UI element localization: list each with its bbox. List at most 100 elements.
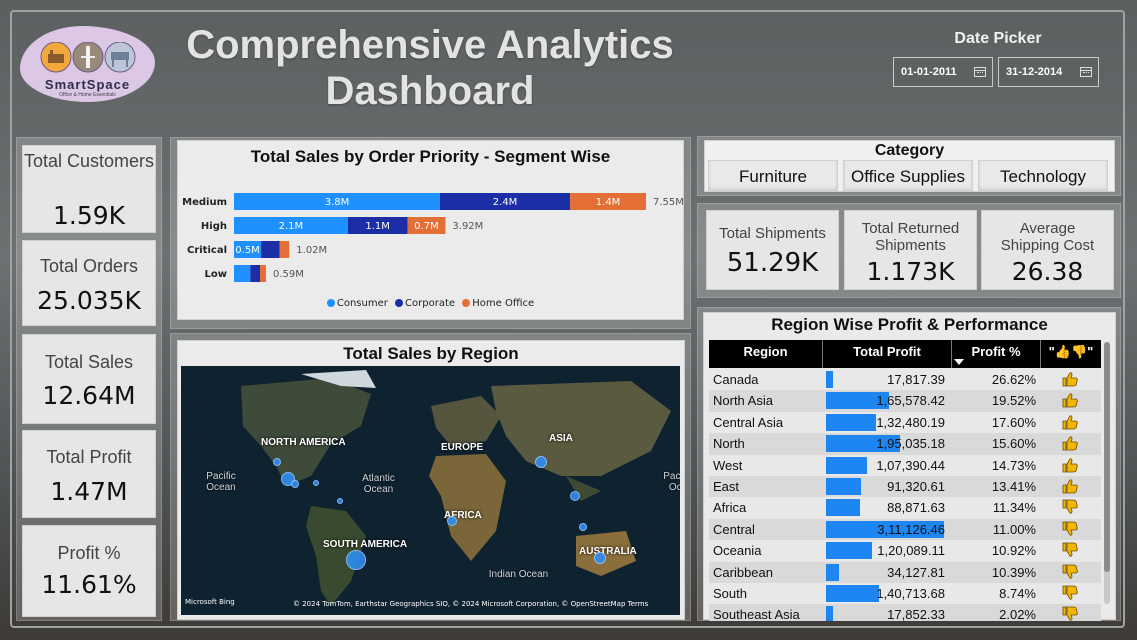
category-label: High <box>201 221 227 232</box>
end-date-input[interactable]: 31-12-2014 <box>998 57 1099 87</box>
cell-profit-pct: 2.02% <box>999 607 1036 621</box>
chart-title: Total Sales by Order Priority - Segment … <box>250 147 611 166</box>
category-furniture-button[interactable]: Furniture <box>708 160 838 192</box>
table-row[interactable]: Africa 88,871.63 11.34% <box>709 497 1101 518</box>
cell-total-profit: 1,20,089.11 <box>877 543 945 559</box>
cell-total-profit: 17,852.33 <box>887 607 945 621</box>
bar-segment-corporate[interactable] <box>250 265 261 282</box>
table-header: Region Total Profit Profit % "👍👎" <box>709 340 1101 368</box>
map-label: EUROPE <box>441 442 484 453</box>
kpi-label: Total Sales <box>44 352 134 372</box>
cell-profit-pct: 11.00% <box>992 521 1036 537</box>
bar-segment-consumer[interactable] <box>234 265 251 282</box>
map-attribution[interactable]: © 2024 TomTom, Earthstar Geographics SIO… <box>293 600 648 608</box>
sort-desc-icon[interactable] <box>954 359 964 365</box>
calendar-icon[interactable] <box>974 67 986 77</box>
column-header-region[interactable]: Region <box>709 340 822 368</box>
world-map[interactable]: NORTH AMERICA EUROPE ASIA AFRICA SOUTH A… <box>181 366 680 615</box>
kpi-value: 26.38 <box>1011 257 1084 286</box>
column-header-indicator[interactable]: "👍👎" <box>1041 340 1101 368</box>
date-picker-label: Date Picker <box>954 30 1042 47</box>
cell-region: North Asia <box>713 393 773 409</box>
cell-profit-pct: 13.41% <box>991 479 1036 494</box>
kpi-label: Average Shipping Cost <box>1000 220 1095 254</box>
legend-item-home-office[interactable]: Home Office <box>462 298 534 309</box>
table-row[interactable]: South 1,40,713.68 8.74% <box>709 583 1101 604</box>
kpi-value: 11.61% <box>41 570 137 599</box>
start-date-value: 01-01-2011 <box>901 66 957 78</box>
thumbs-up-icon <box>1061 392 1079 408</box>
kpi-label: Total Orders <box>39 256 139 276</box>
ocean-label: Atlantic Ocean <box>362 473 395 495</box>
map-bubble[interactable] <box>291 480 299 488</box>
shipment-card-avg-cost: Average Shipping Cost 26.38 <box>981 210 1114 290</box>
calendar-icon[interactable] <box>1080 67 1092 77</box>
legend-item-consumer[interactable]: Consumer <box>326 298 388 309</box>
category-office-supplies-button[interactable]: Office Supplies <box>843 160 973 192</box>
bar-data-label: 2.1M <box>279 221 304 232</box>
category-title: Category <box>874 142 945 159</box>
map-bubble[interactable] <box>594 552 606 564</box>
cell-region: Central <box>713 521 755 537</box>
cell-profit-pct: 10.92% <box>991 543 1036 559</box>
shipment-card-returned: Total Returned Shipments 1.173K <box>844 210 977 290</box>
kpi-value: 1.47M <box>50 477 128 506</box>
map-label: AUSTRALIA <box>579 546 637 557</box>
table-row[interactable]: West 1,07,390.44 14.73% <box>709 455 1101 476</box>
thumbs-down-icon <box>1061 606 1079 621</box>
bar-data-label: 1.4M <box>596 197 621 208</box>
bar-data-label: 1.1M <box>365 221 390 232</box>
bar-data-label: 3.8M <box>325 197 350 208</box>
cell-total-profit: 1,95,035.18 <box>876 436 945 452</box>
bar-segment-corporate[interactable] <box>261 241 280 258</box>
bar-segment-home-office[interactable] <box>279 241 290 258</box>
map-bubble[interactable] <box>579 523 587 531</box>
cell-profit-pct: 10.39% <box>991 564 1036 580</box>
legend-dot <box>395 299 404 307</box>
thumbs-up-icon <box>1061 371 1079 387</box>
end-date-value: 31-12-2014 <box>1006 66 1063 78</box>
map-land-svg <box>181 366 680 615</box>
column-header-profit-pct[interactable]: Profit % <box>952 340 1040 368</box>
map-bubble[interactable] <box>570 491 580 501</box>
table-row[interactable]: Central 3,11,126.46 11.00% <box>709 518 1101 541</box>
cell-profit-pct: 26.62% <box>991 372 1036 387</box>
cell-profit-pct: 17.60% <box>991 414 1036 430</box>
table-row[interactable]: Oceania 1,20,089.11 10.92% <box>709 540 1101 561</box>
map-provider-logo: Microsoft Bing <box>185 598 235 606</box>
table-row[interactable]: Canada 17,817.39 26.62% <box>709 369 1101 390</box>
thumbs-down-icon <box>1061 521 1079 537</box>
table-row[interactable]: Central Asia 1,32,480.19 17.60% <box>709 412 1101 433</box>
map-bubble[interactable] <box>447 516 457 526</box>
kpi-value: 12.64M <box>42 381 136 410</box>
thumbs-down-icon <box>1061 542 1079 558</box>
map-label: NORTH AMERICA <box>261 437 346 448</box>
start-date-input[interactable]: 01-01-2011 <box>893 57 993 87</box>
map-bubble[interactable] <box>337 498 343 504</box>
map-label: ASIA <box>549 433 573 444</box>
bar-segment-home-office[interactable] <box>260 265 266 282</box>
table-row[interactable]: Caribbean 34,127.81 10.39% <box>709 561 1101 583</box>
map-bubble[interactable] <box>273 458 281 466</box>
cell-region: West <box>713 457 743 473</box>
table-row[interactable]: North Asia 1,65,578.42 19.52% <box>709 390 1101 412</box>
scrollbar-thumb[interactable] <box>1104 342 1110 572</box>
bar-total-label: 7.55M <box>653 197 684 208</box>
category-technology-button[interactable]: Technology <box>978 160 1108 192</box>
map-bubble[interactable] <box>346 550 366 570</box>
table-row[interactable]: East 91,320.61 13.41% <box>709 476 1101 498</box>
cell-profit-pct: 11.34% <box>992 500 1036 516</box>
sales-priority-chart: Total Sales by Order Priority - Segment … <box>177 140 684 320</box>
map-bubble[interactable] <box>313 480 319 486</box>
map-bubble[interactable] <box>535 456 547 468</box>
table-scrollbar[interactable] <box>1104 342 1110 604</box>
column-header-total-profit[interactable]: Total Profit <box>823 340 951 368</box>
legend-item-corporate[interactable]: Corporate <box>395 298 455 309</box>
cell-region: Southeast Asia <box>713 607 800 621</box>
cell-region: Oceania <box>713 543 762 559</box>
cell-region: Africa <box>713 500 747 516</box>
cell-total-profit: 17,817.39 <box>887 372 945 387</box>
table-row[interactable]: North 1,95,035.18 15.60% <box>709 433 1101 455</box>
table-row[interactable]: Southeast Asia 17,852.33 2.02% <box>709 604 1101 621</box>
cell-total-profit: 88,871.63 <box>887 500 945 516</box>
